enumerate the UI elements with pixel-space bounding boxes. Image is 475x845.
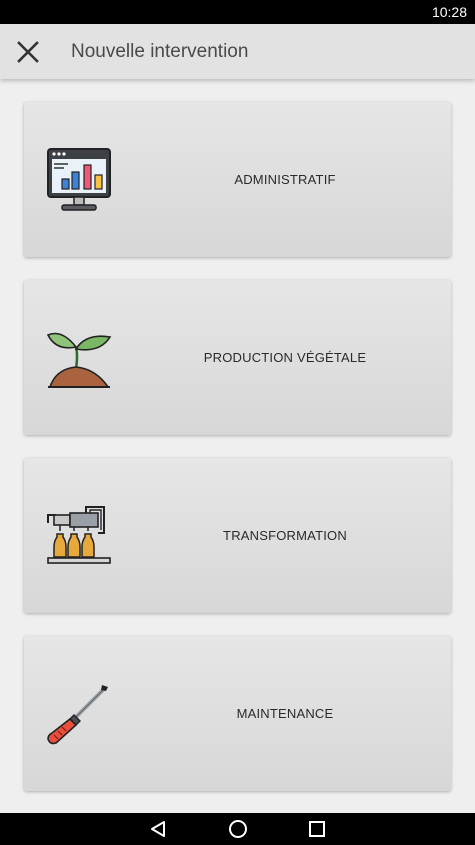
status-bar: 10:28 <box>0 0 475 24</box>
card-label: ADMINISTRATIF <box>234 172 336 187</box>
card-production-vegetale[interactable]: PRODUCTION VÉGÉTALE <box>24 280 451 435</box>
bottling-machine-icon <box>47 506 111 564</box>
close-button[interactable] <box>8 32 48 72</box>
card-label: TRANSFORMATION <box>223 528 347 543</box>
nav-home-button[interactable] <box>226 818 250 840</box>
page-title: Nouvelle intervention <box>71 41 249 62</box>
computer-chart-icon <box>47 148 111 211</box>
card-label: PRODUCTION VÉGÉTALE <box>203 350 367 365</box>
system-nav-bar <box>0 813 475 845</box>
close-icon <box>17 41 39 63</box>
card-maintenance[interactable]: MAINTENANCE <box>24 636 451 791</box>
screwdriver-icon <box>47 685 108 745</box>
status-time: 10:28 <box>431 4 467 20</box>
nav-back-button[interactable] <box>146 818 170 840</box>
nav-recents-button[interactable] <box>305 818 329 840</box>
back-triangle-icon <box>151 821 165 837</box>
card-label: MAINTENANCE <box>236 706 334 721</box>
app-bar: Nouvelle intervention <box>0 24 475 79</box>
intervention-type-list: ADMINISTRATIF PRODUCTION VÉGÉTALE TRANSF… <box>0 79 475 813</box>
recents-square-icon <box>309 821 325 837</box>
home-circle-icon <box>229 820 247 838</box>
card-transformation[interactable]: TRANSFORMATION <box>24 458 451 613</box>
card-administratif[interactable]: ADMINISTRATIF <box>24 102 451 257</box>
plant-sprout-icon <box>46 332 112 388</box>
